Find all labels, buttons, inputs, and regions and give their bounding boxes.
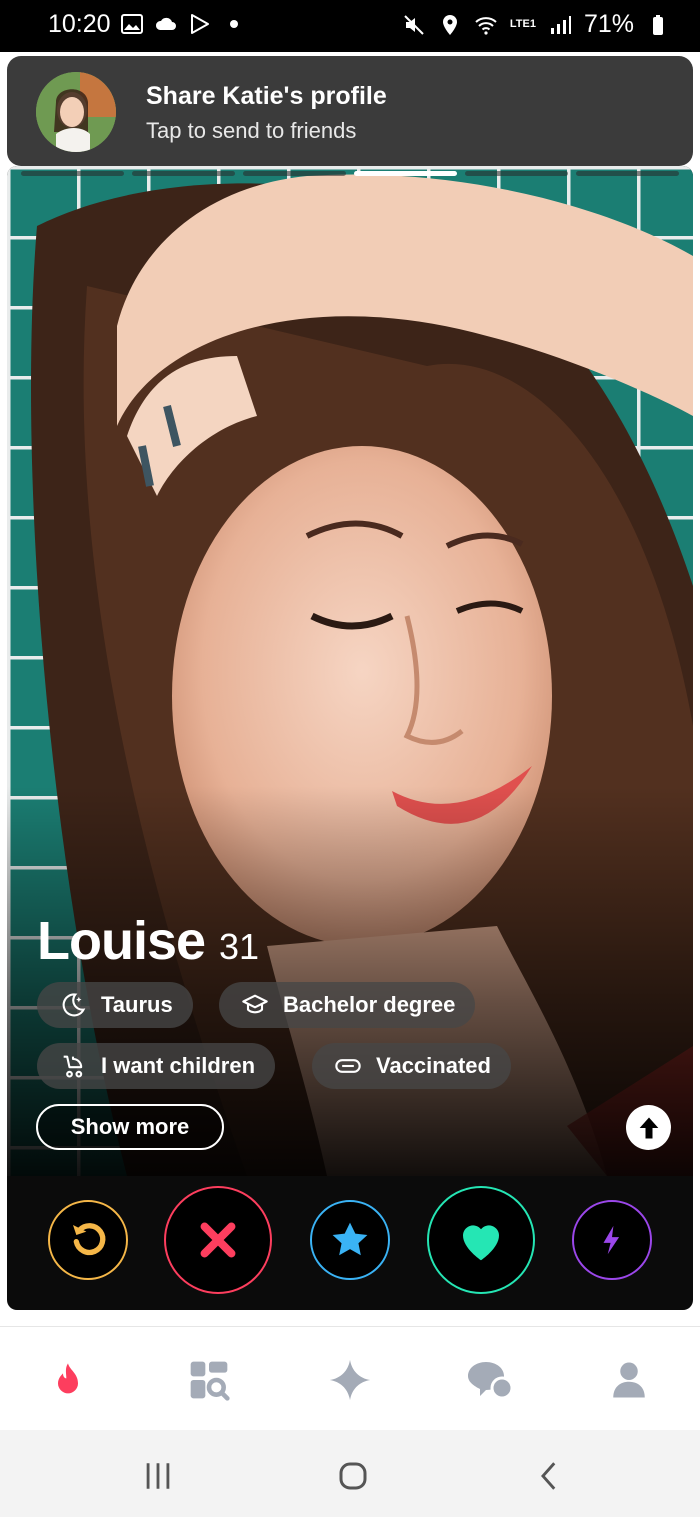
- stroller-icon: [63, 1055, 83, 1078]
- nav-swipe[interactable]: [43, 1355, 93, 1405]
- chat-bubbles-icon: [468, 1362, 514, 1400]
- photo-progress-segment[interactable]: [21, 171, 124, 176]
- chip-vaccination: Vaccinated: [312, 1043, 511, 1089]
- chip-label: I want children: [101, 1053, 256, 1078]
- share-title: Share Katie's profile: [146, 82, 387, 110]
- lightning-icon: [603, 1225, 620, 1255]
- nav-gold[interactable]: [325, 1355, 375, 1405]
- star-icon: [332, 1222, 368, 1256]
- boost-button[interactable]: [572, 1200, 652, 1280]
- nav-profile[interactable]: [604, 1355, 654, 1405]
- chip-education: Bachelor degree: [219, 982, 476, 1028]
- share-subtitle: Tap to send to friends: [146, 118, 357, 143]
- rewind-button[interactable]: [48, 1200, 128, 1280]
- battery-icon: [653, 14, 663, 35]
- close-icon: [200, 1222, 236, 1258]
- chip-label: Vaccinated: [376, 1053, 491, 1078]
- recent-apps-icon: [146, 1463, 170, 1489]
- photo-progress-segment[interactable]: [576, 171, 679, 176]
- rewind-icon: [73, 1223, 106, 1256]
- profile-name: Louise: [37, 911, 206, 971]
- chip-label: Taurus: [101, 992, 173, 1017]
- heart-icon: [463, 1225, 499, 1261]
- status-right: LTE1 71%: [402, 10, 670, 39]
- photo-progress-segment[interactable]: [465, 171, 568, 176]
- chip-family: I want children: [37, 1043, 276, 1089]
- sparkle-icon: [329, 1359, 371, 1401]
- status-bar: 10:20 LTE1 71%: [0, 0, 700, 52]
- status-notification-icons: [120, 12, 246, 36]
- nav-explore[interactable]: [184, 1355, 234, 1405]
- recent-apps-button[interactable]: [138, 1456, 178, 1496]
- nope-button[interactable]: [164, 1186, 272, 1294]
- network-label: LTE1: [509, 18, 536, 30]
- mute-icon: [404, 14, 424, 35]
- profile-age: 31: [219, 926, 260, 967]
- super-like-button[interactable]: [310, 1200, 390, 1280]
- photo-progress-segment-active[interactable]: [354, 171, 457, 176]
- play-store-icon: [191, 14, 209, 34]
- back-icon: [541, 1462, 556, 1490]
- signal-icon: [550, 15, 571, 34]
- wifi-icon: [475, 16, 497, 35]
- back-button[interactable]: [530, 1456, 570, 1496]
- arrow-up-icon: [639, 1117, 658, 1138]
- flame-icon: [58, 1363, 78, 1394]
- show-more-button[interactable]: Show more: [36, 1104, 224, 1150]
- photo-progress-segment[interactable]: [132, 171, 235, 176]
- home-button[interactable]: [333, 1456, 373, 1496]
- bottom-nav: [0, 1326, 700, 1430]
- system-nav-bar: [0, 1430, 700, 1517]
- gallery-icon: [121, 14, 143, 34]
- home-icon: [339, 1462, 367, 1490]
- status-time: 10:20: [48, 10, 111, 38]
- explore-grid-icon: [190, 1361, 230, 1401]
- cloud-icon: [155, 17, 176, 30]
- nav-messages[interactable]: [465, 1355, 515, 1405]
- dot-icon: [230, 20, 238, 28]
- photo-progress-segment[interactable]: [243, 171, 346, 176]
- name-row: Louise 31: [37, 910, 259, 972]
- person-icon: [613, 1362, 645, 1398]
- capsule-icon: [335, 1059, 361, 1073]
- zodiac-moon-icon: [62, 993, 86, 1017]
- photo-progress: [21, 171, 679, 176]
- chip-zodiac: Taurus: [37, 982, 193, 1028]
- location-icon: [442, 14, 457, 35]
- graduation-cap-icon: [242, 994, 268, 1014]
- profile-card[interactable]: Louise 31 Taurus Bachelor degree I want …: [7, 166, 693, 1310]
- avatar: [36, 72, 116, 152]
- open-profile-button[interactable]: [626, 1105, 671, 1150]
- chip-label: Bachelor degree: [283, 992, 456, 1017]
- like-button[interactable]: [427, 1186, 535, 1294]
- battery-percent: 71%: [583, 10, 634, 38]
- share-profile-banner[interactable]: Share Katie's profile Tap to send to fri…: [7, 56, 693, 166]
